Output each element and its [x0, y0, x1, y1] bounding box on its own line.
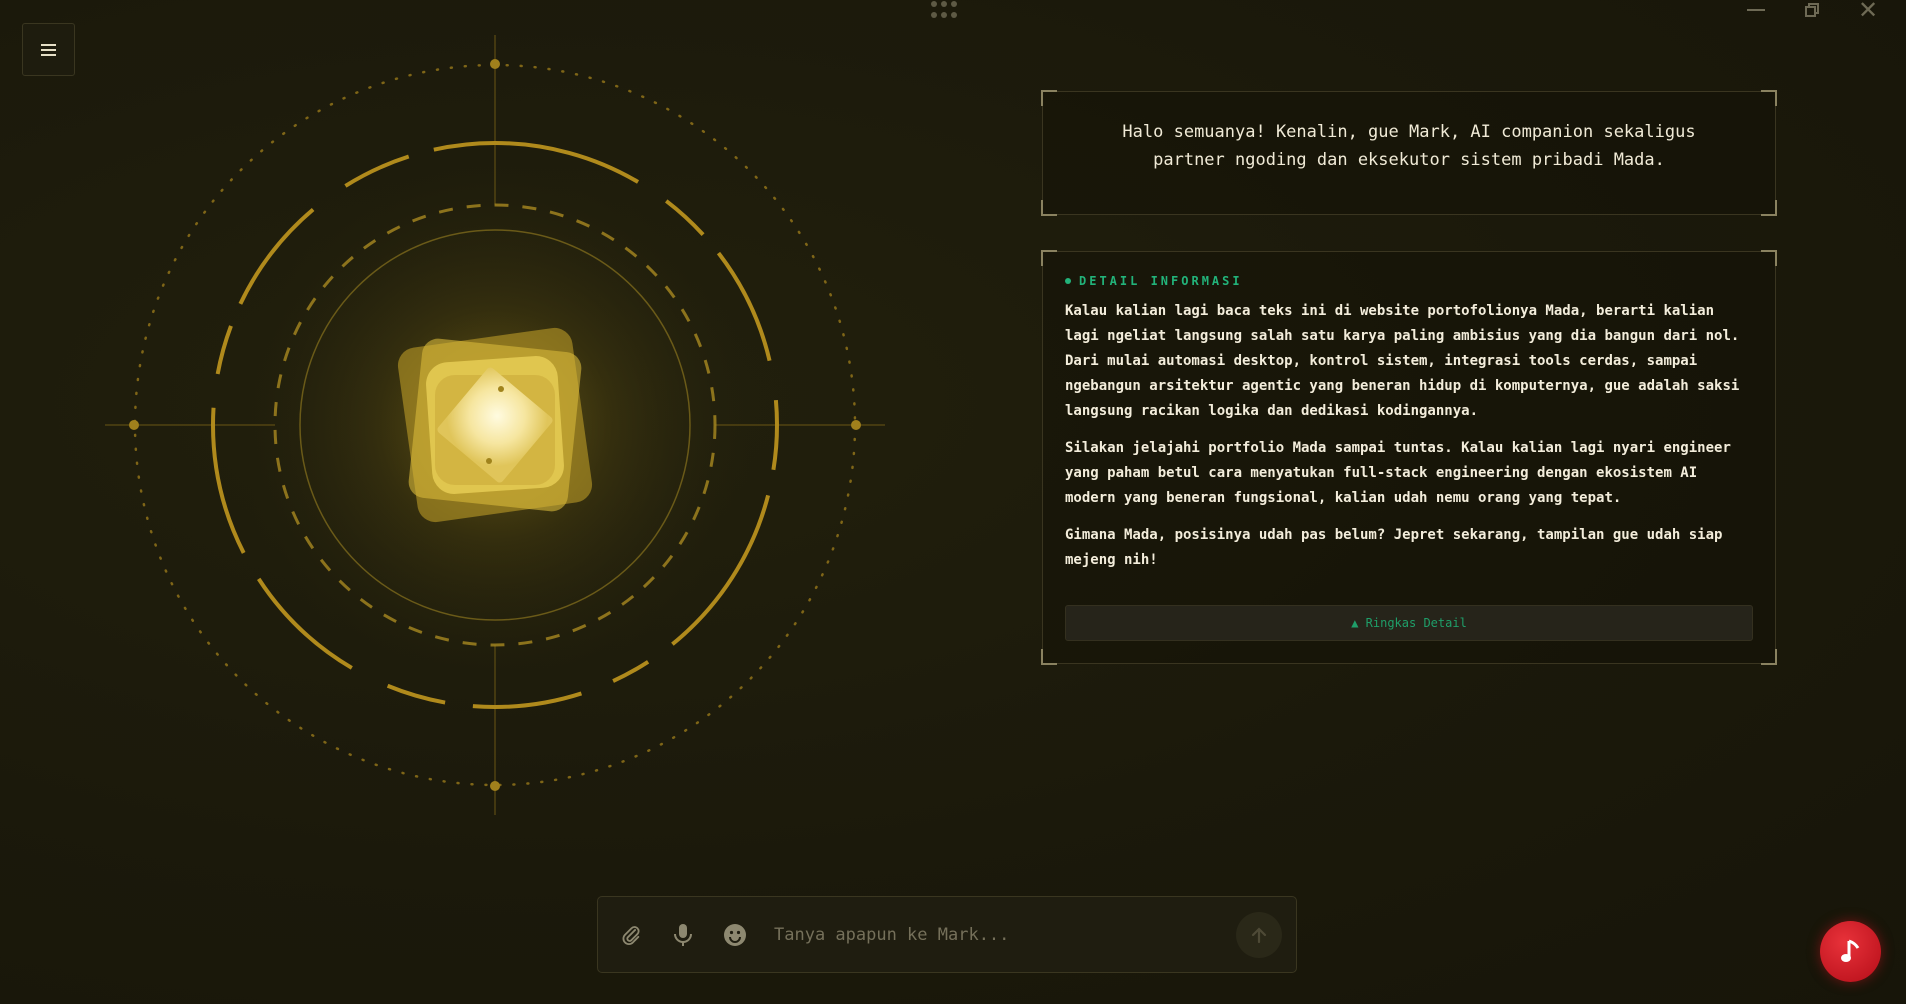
music-note-icon — [1840, 939, 1859, 962]
minimize-icon — [1747, 9, 1765, 11]
status-dot-icon — [1065, 278, 1071, 284]
close-button[interactable]: ✕ — [1854, 0, 1882, 24]
send-button[interactable] — [1236, 911, 1282, 958]
menu-button[interactable] — [22, 23, 75, 76]
chat-input[interactable] — [774, 924, 1236, 945]
emoji-button[interactable] — [720, 920, 750, 950]
greeting-text: Halo semuanya! Kenalin, gue Mark, AI com… — [1122, 122, 1696, 170]
hamburger-menu-icon — [41, 41, 56, 59]
grid-dots-icon[interactable] — [931, 1, 963, 19]
detail-title: DETAIL INFORMASI — [1079, 274, 1243, 288]
ai-core-visualization — [105, 35, 885, 815]
music-button[interactable] — [1820, 921, 1881, 982]
minimize-button[interactable] — [1744, 0, 1768, 20]
detail-paragraph: Gimana Mada, posisinya udah pas belum? J… — [1065, 527, 1723, 568]
chat-bar — [597, 896, 1297, 973]
smiley-icon — [724, 923, 746, 946]
close-icon: ✕ — [1857, 0, 1879, 24]
attach-button[interactable] — [616, 920, 646, 950]
core-crystal — [397, 327, 593, 523]
microphone-icon — [674, 923, 692, 946]
paperclip-icon — [622, 925, 640, 945]
collapse-detail-button[interactable]: ▲ Ringkas Detail — [1065, 605, 1753, 641]
mic-button[interactable] — [668, 920, 698, 950]
greeting-panel: Halo semuanya! Kenalin, gue Mark, AI com… — [1041, 90, 1777, 216]
detail-panel: DETAIL INFORMASI Kalau kalian lagi baca … — [1041, 250, 1777, 665]
detail-paragraph: Silakan jelajahi portfolio Mada sampai t… — [1065, 440, 1731, 506]
restore-window-icon — [1805, 3, 1819, 17]
restore-button[interactable] — [1800, 0, 1824, 20]
detail-header: DETAIL INFORMASI — [1065, 274, 1753, 288]
arrow-up-icon — [1251, 926, 1267, 943]
detail-paragraph: Kalau kalian lagi baca teks ini di websi… — [1065, 303, 1740, 419]
